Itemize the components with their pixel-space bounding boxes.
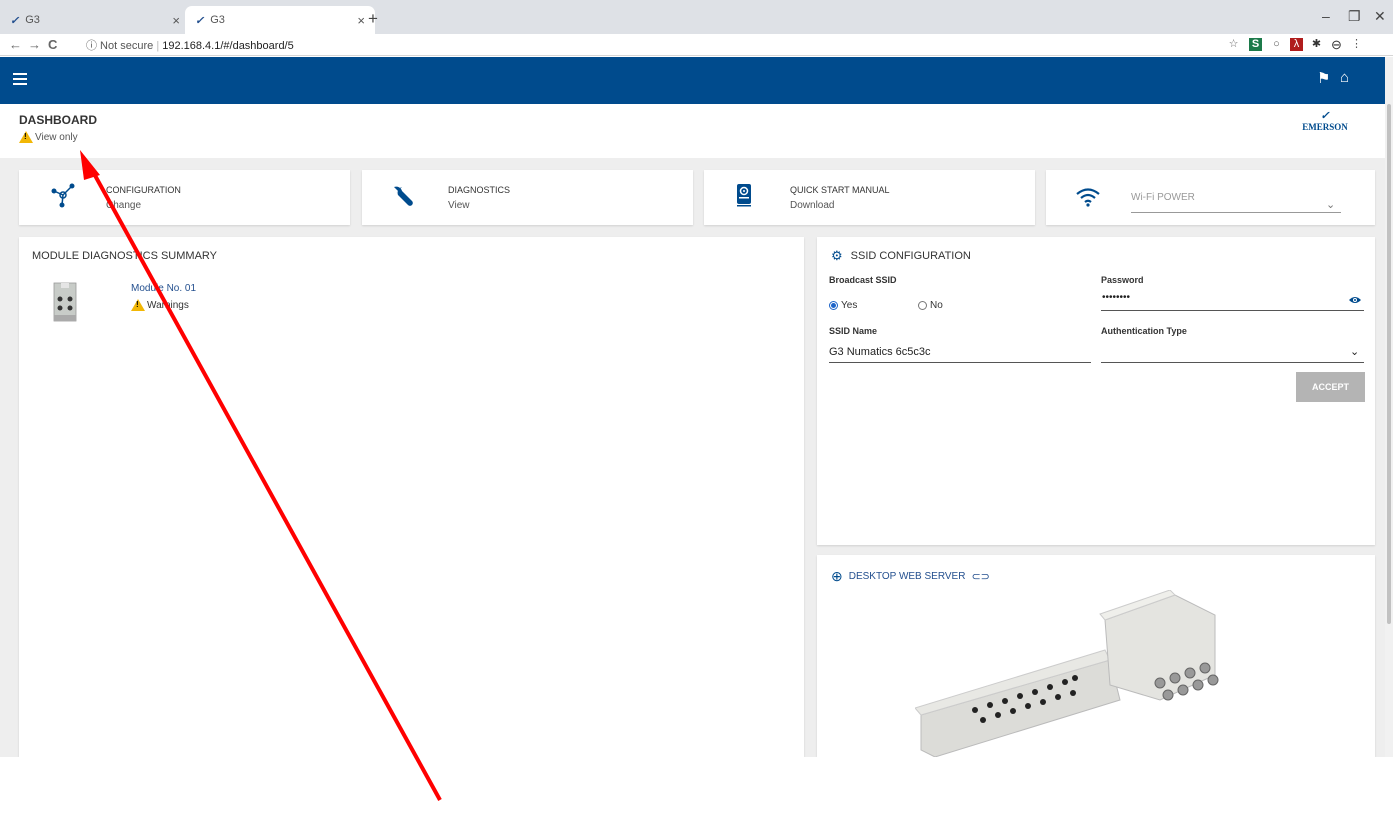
annotation-arrow-icon bbox=[80, 150, 442, 801]
screenshot-root: ✓ G3 × ✓ G3 × + – ❐ ✕ ← → C ⓘ Not secure… bbox=[0, 0, 1393, 813]
